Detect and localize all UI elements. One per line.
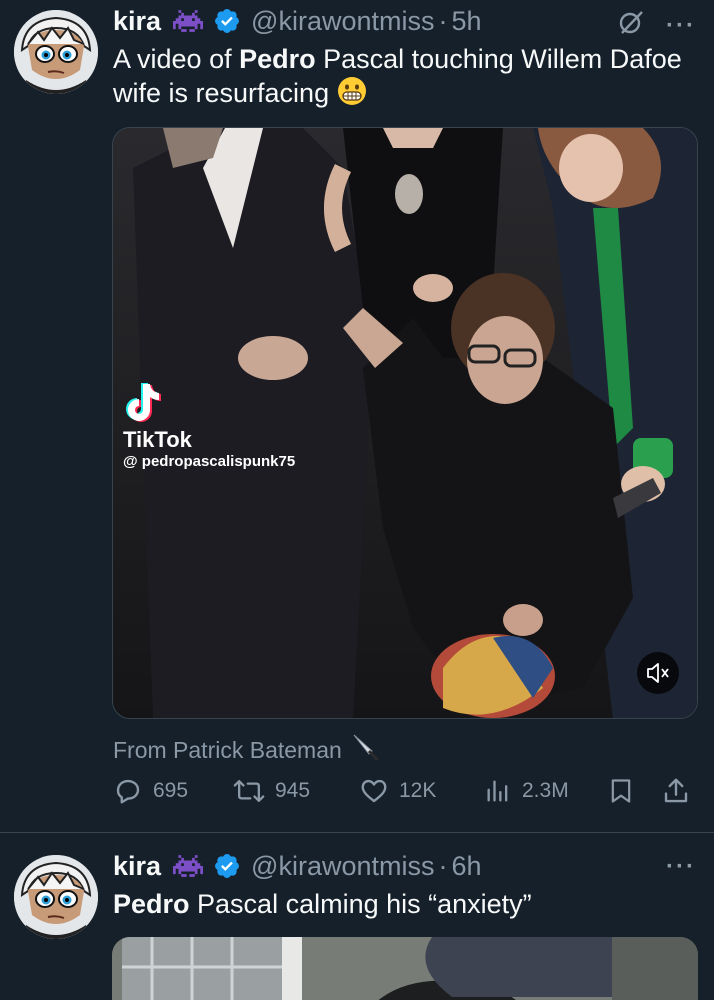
- author-handle[interactable]: @kirawontmiss: [251, 6, 434, 37]
- tweet-text-bold: Pedro: [239, 44, 316, 74]
- tweet-time[interactable]: 6h: [451, 851, 481, 882]
- tweet-actions: 695 945 12K 2.3M: [113, 776, 703, 812]
- video-frame: [112, 937, 698, 1000]
- tiktok-watermark: TikTok @ pedropascalispunk75: [123, 380, 295, 470]
- reply-count: 695: [153, 779, 189, 802]
- bookmark-icon: [611, 779, 631, 803]
- tweet[interactable]: kira @kirawontmiss · 5h ··· A video of P…: [0, 0, 714, 832]
- avatar-image: [14, 10, 98, 94]
- tweet-text-rest: Pascal calming his “anxiety”: [189, 889, 532, 919]
- tweet-top-icons: ···: [616, 8, 696, 43]
- views-chart-icon: [487, 780, 508, 802]
- tweet-top-icons: ···: [666, 853, 696, 881]
- reply-icon: [116, 779, 140, 804]
- more-options-icon[interactable]: ···: [666, 12, 696, 40]
- video-player[interactable]: TikTok @ pedropascalispunk75: [112, 127, 698, 719]
- tiktok-brand: TikTok: [123, 427, 192, 452]
- author-handle[interactable]: @kirawontmiss: [251, 851, 434, 882]
- views-button[interactable]: 2.3M: [484, 776, 569, 806]
- reply-button[interactable]: 695: [113, 776, 188, 806]
- verified-badge-icon[interactable]: [213, 852, 241, 880]
- avatar-image: [14, 855, 98, 939]
- grimacing-face-icon: [337, 76, 367, 114]
- mute-button[interactable]: [637, 652, 679, 694]
- author-name[interactable]: kira: [113, 851, 161, 882]
- separator-dot: ·: [438, 850, 448, 881]
- video-player[interactable]: [112, 937, 698, 1000]
- more-options-icon[interactable]: ···: [666, 853, 696, 881]
- source-label: From Patrick Bateman: [113, 736, 342, 763]
- share-icon: [664, 778, 688, 803]
- repost-count: 945: [275, 779, 311, 802]
- source-attribution[interactable]: From Patrick Bateman: [113, 733, 382, 767]
- tiktok-username: @ pedropascalispunk75: [123, 453, 296, 470]
- tweet-text-prefix: A video of: [113, 44, 240, 74]
- repost-icon: [233, 779, 265, 803]
- verified-badge-icon[interactable]: [213, 7, 241, 35]
- speaker-muted-icon: [647, 663, 669, 683]
- avatar[interactable]: [14, 10, 98, 94]
- author-name[interactable]: kira: [113, 6, 161, 37]
- knife-icon: [352, 733, 382, 767]
- tweet-header: kira @kirawontmiss · 5h: [113, 4, 482, 38]
- grok-icon[interactable]: [616, 8, 646, 43]
- alien-monster-icon: [173, 853, 204, 879]
- like-button[interactable]: 12K: [359, 776, 436, 806]
- tweet-text-bold: Pedro: [113, 889, 190, 919]
- alien-monster-icon: [173, 8, 204, 34]
- tweet-text: A video of Pedro Pascal touching Willem …: [113, 42, 703, 114]
- heart-icon: [361, 779, 387, 803]
- tweet-text: Pedro Pascal calming his “anxiety”: [113, 887, 703, 921]
- tweet-header: kira @kirawontmiss · 6h: [113, 849, 482, 883]
- tweet-time[interactable]: 5h: [451, 6, 481, 37]
- avatar[interactable]: [14, 855, 98, 939]
- share-button[interactable]: [661, 776, 691, 806]
- separator-dot: ·: [438, 5, 448, 36]
- like-count: 12K: [399, 779, 437, 802]
- tweet[interactable]: kira @kirawontmiss · 6h ··· Pedro Pascal…: [0, 833, 714, 1000]
- repost-button[interactable]: 945: [233, 776, 310, 806]
- views-count: 2.3M: [522, 779, 569, 802]
- tiktok-logo-icon: [126, 383, 161, 422]
- bookmark-button[interactable]: [607, 776, 635, 806]
